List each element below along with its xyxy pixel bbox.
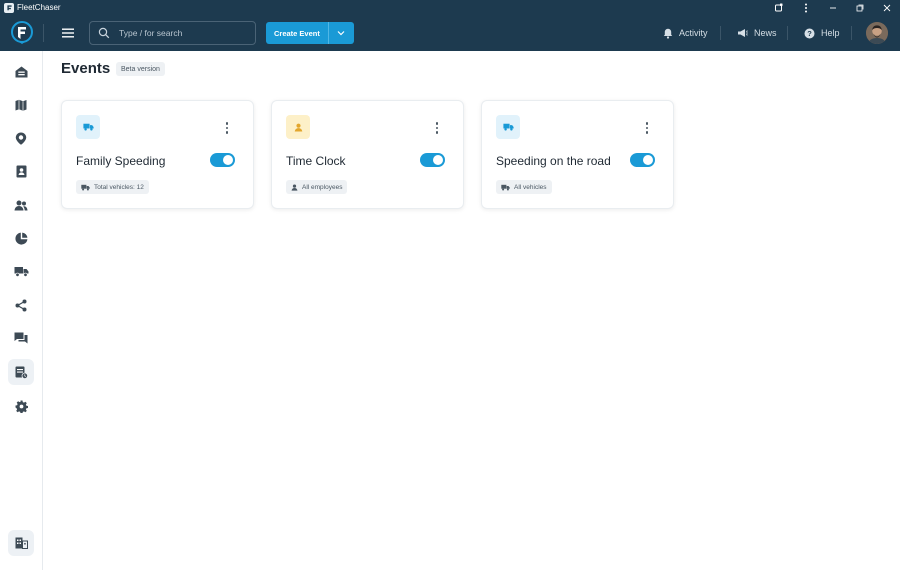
- chevron-down-icon: [337, 31, 345, 36]
- sidebar-item-vehicles[interactable]: [8, 258, 34, 284]
- chat-icon: [14, 332, 28, 344]
- event-card-title: Family Speeding: [76, 154, 166, 168]
- event-scope-tag: All vehicles: [496, 180, 552, 194]
- megaphone-icon: [738, 29, 748, 37]
- create-event-button[interactable]: Create Event: [266, 22, 328, 44]
- vehicle-event-icon: [496, 115, 520, 139]
- building-icon: [15, 537, 28, 549]
- event-card[interactable]: Speeding on the road All vehicles: [481, 100, 674, 209]
- sidebar-item-contacts[interactable]: [8, 158, 34, 184]
- sidebar-item-places[interactable]: [8, 125, 34, 151]
- event-enabled-toggle[interactable]: [420, 153, 445, 167]
- minimize-icon[interactable]: [819, 0, 846, 15]
- sidebar: [0, 51, 43, 570]
- restore-icon[interactable]: [846, 0, 873, 15]
- search-icon: [98, 27, 110, 39]
- beta-badge: Beta version: [116, 62, 165, 76]
- event-card-title: Speeding on the road: [496, 154, 611, 168]
- hamburger-menu-icon[interactable]: [60, 25, 76, 41]
- card-more-options-icon[interactable]: [640, 120, 654, 136]
- truck-icon: [81, 184, 90, 190]
- event-scope-label: All vehicles: [514, 183, 547, 191]
- vehicle-event-icon: [76, 115, 100, 139]
- help-circle-icon: ?: [804, 28, 815, 38]
- share-icon: [15, 299, 27, 311]
- sidebar-item-home[interactable]: [8, 59, 34, 85]
- event-enabled-toggle[interactable]: [630, 153, 655, 167]
- truck-icon: [502, 123, 514, 131]
- truck-icon: [14, 266, 28, 277]
- sidebar-item-reports[interactable]: [8, 225, 34, 251]
- location-pin-icon: [15, 132, 27, 145]
- sidebar-item-users[interactable]: [8, 192, 34, 218]
- news-link[interactable]: News: [737, 25, 777, 41]
- header-separator: [720, 26, 721, 40]
- sidebar-item-share[interactable]: [8, 292, 34, 318]
- sidebar-item-messages[interactable]: [8, 325, 34, 351]
- sidebar-item-settings[interactable]: [8, 393, 34, 419]
- truck-icon: [501, 184, 510, 190]
- header-divider: [43, 24, 44, 42]
- header-separator: [851, 26, 852, 40]
- close-icon[interactable]: [873, 0, 900, 15]
- extensions-icon[interactable]: [765, 0, 792, 15]
- help-label: Help: [821, 28, 840, 38]
- search-box[interactable]: [89, 21, 256, 45]
- person-icon: [291, 183, 298, 191]
- svg-text:?: ?: [807, 29, 812, 38]
- map-icon: [15, 99, 27, 111]
- event-card-title: Time Clock: [286, 154, 346, 168]
- user-avatar[interactable]: [866, 22, 888, 44]
- news-label: News: [754, 28, 777, 38]
- activity-link[interactable]: Activity: [663, 25, 708, 41]
- event-scope-tag: Total vehicles: 12: [76, 180, 149, 194]
- event-card[interactable]: Family Speeding Total vehicles: 12: [61, 100, 254, 209]
- title-bar: FleetChaser: [0, 0, 900, 15]
- events-icon: [15, 366, 28, 379]
- event-scope-label: All employees: [302, 183, 343, 191]
- truck-icon: [82, 123, 94, 131]
- header-separator: [787, 26, 788, 40]
- create-event-dropdown-button[interactable]: [327, 22, 354, 44]
- event-card[interactable]: Time Clock All employees: [271, 100, 464, 209]
- person-icon: [294, 123, 302, 132]
- bell-icon: [663, 28, 673, 39]
- card-more-options-icon[interactable]: [430, 120, 444, 136]
- pie-chart-icon: [14, 232, 27, 245]
- event-scope-label: Total vehicles: 12: [94, 183, 144, 191]
- search-input[interactable]: [119, 28, 249, 38]
- home-icon: [15, 66, 27, 78]
- sidebar-item-events[interactable]: [8, 359, 34, 385]
- window-title: FleetChaser: [17, 3, 61, 12]
- employee-event-icon: [286, 115, 310, 139]
- create-event-button-group: Create Event: [266, 22, 354, 44]
- event-enabled-toggle[interactable]: [210, 153, 235, 167]
- more-options-icon[interactable]: [792, 0, 819, 15]
- page-title: Events: [61, 60, 111, 77]
- card-more-options-icon[interactable]: [220, 120, 234, 136]
- help-link[interactable]: ? Help: [804, 25, 840, 41]
- app-header: Create Event Activity News ? Help: [0, 15, 900, 51]
- app-logo-icon: [4, 2, 14, 13]
- event-scope-tag: All employees: [286, 180, 348, 194]
- settings-gear-icon: [15, 400, 28, 413]
- sidebar-item-company[interactable]: [8, 530, 34, 556]
- activity-label: Activity: [679, 28, 708, 38]
- users-icon: [14, 200, 28, 210]
- fleetchaser-logo-icon[interactable]: [10, 21, 34, 45]
- sidebar-item-map[interactable]: [8, 92, 34, 118]
- contacts-book-icon: [16, 165, 26, 177]
